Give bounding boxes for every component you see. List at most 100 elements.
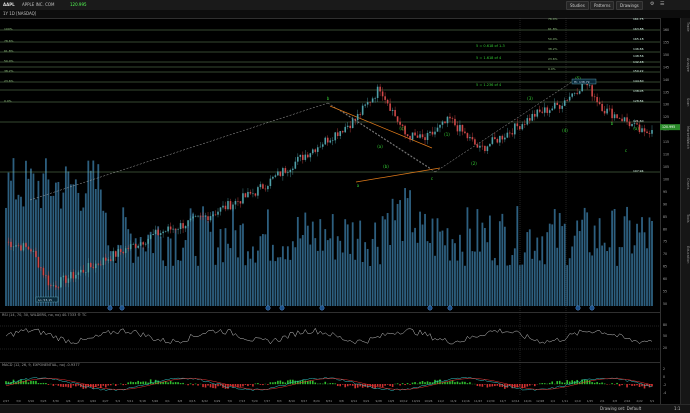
elliott-wave-label: b bbox=[327, 96, 330, 101]
event-marker-icon bbox=[428, 306, 432, 310]
candle-body bbox=[165, 231, 167, 232]
fib-label-right: 0.0% bbox=[548, 67, 556, 71]
candle-body bbox=[569, 97, 571, 101]
fib-label-left: 0.0% bbox=[4, 99, 12, 103]
macd-histogram-bar bbox=[107, 384, 109, 385]
candle-body bbox=[180, 223, 182, 229]
volume-bar bbox=[97, 164, 99, 306]
candle-body bbox=[122, 252, 124, 253]
candle-body bbox=[364, 105, 366, 106]
volume-bar bbox=[479, 252, 481, 306]
macd-histogram-bar bbox=[332, 383, 334, 384]
volume-bar bbox=[90, 171, 92, 306]
candle-body bbox=[409, 136, 411, 140]
candle-body bbox=[357, 114, 359, 120]
macd-histogram-bar bbox=[559, 381, 561, 384]
volume-bar bbox=[304, 213, 306, 306]
macd-histogram-bar bbox=[392, 384, 394, 387]
macd-histogram-bar bbox=[319, 383, 321, 384]
price-axis-tick: 130 bbox=[663, 103, 669, 107]
candle-body bbox=[68, 278, 70, 282]
macd-histogram-bar bbox=[427, 381, 429, 384]
volume-bar bbox=[140, 237, 142, 306]
candle-body bbox=[559, 105, 561, 109]
volume-bar bbox=[15, 199, 17, 306]
volume-bar bbox=[210, 232, 212, 306]
macd-histogram-bar bbox=[140, 382, 142, 384]
candle-body bbox=[636, 123, 638, 124]
date-axis-tick: 9/8 bbox=[339, 399, 344, 403]
candle-body bbox=[644, 128, 646, 131]
fib-price-tag: 144.60 bbox=[633, 79, 644, 83]
volume-bar bbox=[457, 261, 459, 306]
macd-histogram-bar bbox=[242, 384, 244, 386]
volume-bar bbox=[546, 232, 548, 306]
volume-bar bbox=[467, 207, 469, 306]
candle-body bbox=[295, 162, 297, 169]
candle-body bbox=[63, 276, 65, 278]
macd-histogram-bar bbox=[384, 384, 386, 386]
candle-body bbox=[522, 124, 524, 129]
volume-bar bbox=[576, 220, 578, 306]
volume-bar bbox=[342, 253, 344, 306]
candle-body bbox=[509, 133, 511, 134]
macd-axis-tick: 2 bbox=[663, 367, 665, 371]
volume-bar bbox=[312, 222, 314, 306]
candle-body bbox=[43, 268, 45, 275]
candle-body bbox=[105, 258, 107, 261]
volume-bar bbox=[87, 161, 89, 306]
fib-label-left: 23.6% bbox=[4, 79, 14, 83]
chart-canvas[interactable]: 100%78.6%61.8%50.0%38.2%23.6%0.0%76.4%61… bbox=[0, 0, 690, 412]
volume-bar bbox=[25, 161, 27, 306]
candle-body bbox=[100, 265, 102, 266]
candle-body bbox=[551, 109, 553, 111]
candle-body bbox=[142, 242, 144, 244]
elliott-wave-label: (1) bbox=[444, 132, 450, 137]
drawing-set-label[interactable]: Drawing set: Default bbox=[600, 406, 641, 412]
macd-histogram-bar bbox=[492, 384, 494, 386]
elliott-wave-label: c bbox=[625, 148, 627, 153]
macd-histogram-bar bbox=[377, 384, 379, 386]
candle-body bbox=[394, 110, 396, 116]
candle-body bbox=[477, 145, 479, 148]
volume-bar bbox=[589, 252, 591, 306]
volume-bar bbox=[554, 209, 556, 306]
macd-histogram-bar bbox=[217, 384, 219, 386]
candle-body bbox=[175, 229, 177, 230]
candle-body bbox=[596, 97, 598, 102]
candle-body bbox=[634, 123, 636, 124]
volume-bar bbox=[77, 193, 79, 306]
zoom-label[interactable]: 1:1 bbox=[674, 406, 680, 412]
volume-bar bbox=[182, 248, 184, 306]
macd-histogram-bar bbox=[70, 384, 72, 388]
macd-histogram-bar bbox=[210, 384, 212, 387]
volume-bar bbox=[392, 199, 394, 306]
candle-body bbox=[526, 118, 528, 124]
last-price-tag-text: 120.995 bbox=[662, 125, 675, 129]
rsi-line bbox=[6, 328, 652, 344]
volume-bar bbox=[299, 238, 301, 306]
date-axis-tick: 7/6 bbox=[227, 399, 232, 403]
macd-histogram-bar bbox=[202, 384, 204, 387]
fib-projection-label: 5 = 1.618 of 4 bbox=[476, 56, 502, 60]
elliott-wave-label: (3) bbox=[527, 96, 533, 101]
candle-body bbox=[197, 216, 199, 217]
macd-histogram-bar bbox=[187, 384, 189, 385]
date-axis-tick: 6/15 bbox=[189, 399, 196, 403]
macd-histogram-bar bbox=[467, 383, 469, 384]
candle-body bbox=[564, 100, 566, 105]
wedge-lower-line bbox=[356, 168, 440, 182]
volume-bar bbox=[274, 261, 276, 306]
volume-bar bbox=[569, 258, 571, 306]
candle-body bbox=[240, 201, 242, 203]
volume-bar bbox=[240, 225, 242, 306]
price-axis-tick: 85 bbox=[663, 215, 667, 219]
candle-body bbox=[53, 285, 55, 286]
volume-bar bbox=[574, 236, 576, 306]
macd-histogram-bar bbox=[596, 382, 598, 384]
volume-bar bbox=[207, 221, 209, 306]
volume-bar bbox=[614, 209, 616, 306]
price-axis-tick: 90 bbox=[663, 202, 667, 206]
macd-histogram-bar bbox=[347, 384, 349, 386]
candle-body bbox=[339, 131, 341, 136]
